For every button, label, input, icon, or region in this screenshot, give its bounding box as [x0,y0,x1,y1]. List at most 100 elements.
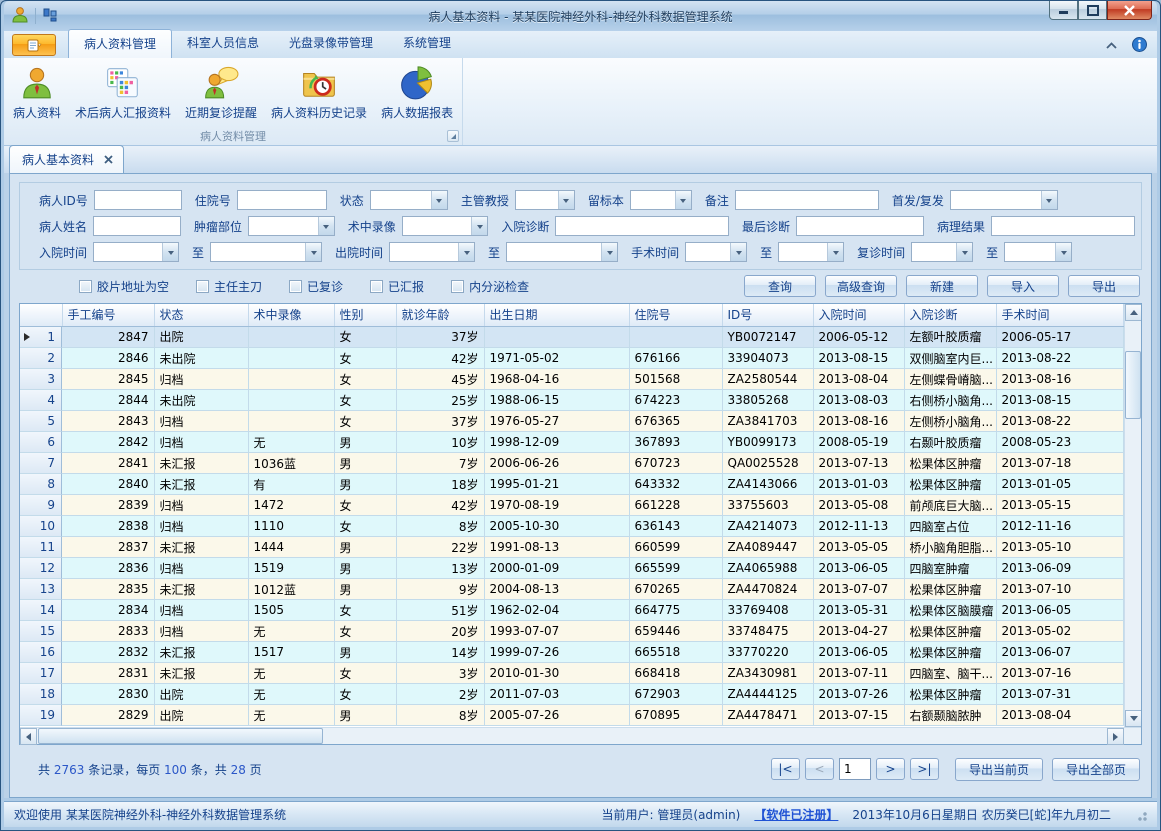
admission-diagnosis-input[interactable] [555,216,729,236]
chevron-down-icon[interactable] [730,243,746,261]
import-button[interactable]: 导入 [987,275,1059,297]
final-diagnosis-input[interactable] [796,216,924,236]
query-button[interactable]: 查询 [744,275,816,297]
ribbon-tab-system-management[interactable]: 系统管理 [388,29,466,58]
postop-report-button[interactable]: 术后病人汇报资料 [68,62,178,123]
admission-no-input[interactable] [237,190,327,210]
patient-data-button[interactable]: 病人资料 [6,62,68,123]
export-all-pages-button[interactable]: 导出全部页 [1052,758,1140,781]
vertical-scroll-thumb[interactable] [1125,351,1141,419]
chevron-down-icon[interactable] [471,217,487,235]
chevron-down-icon[interactable] [827,243,843,261]
chevron-down-icon[interactable] [956,243,972,261]
table-row[interactable]: 52843归档女37岁1976-05-27676365ZA38417032013… [20,411,1124,432]
chevron-down-icon[interactable] [162,243,178,261]
table-row[interactable]: 152833归档无女20岁1993-07-0765944633748475201… [20,621,1124,642]
chevron-down-icon[interactable] [458,243,474,261]
admit-to-combo[interactable] [210,242,322,262]
column-header[interactable]: 术中录像 [248,304,334,326]
table-row[interactable]: 132835未汇报1012蓝男9岁2004-08-13670265ZA44708… [20,579,1124,600]
checkbox-film-address-empty[interactable]: 胶片地址为空 [79,278,169,295]
remark-input[interactable] [735,190,879,210]
export-button[interactable]: 导出 [1068,275,1140,297]
surgery-to-combo[interactable] [778,242,844,262]
vertical-scrollbar[interactable] [1124,304,1141,727]
surgery-video-combo[interactable] [402,216,489,236]
table-row[interactable]: 122836归档1519男13岁2000-01-09665599ZA406598… [20,558,1124,579]
table-row[interactable]: 172831未汇报无女3岁2010-01-30668418ZA343098120… [20,663,1124,684]
chevron-down-icon[interactable] [1041,191,1057,209]
column-header[interactable]: 性别 [334,304,396,326]
scroll-down-icon[interactable] [1125,710,1141,727]
dialog-launcher-icon[interactable] [447,130,459,142]
minimize-button[interactable] [1049,1,1078,20]
chevron-down-icon[interactable] [1055,243,1071,261]
checkbox-reported[interactable]: 已汇报 [370,278,424,295]
ribbon-tab-disc-tape-management[interactable]: 光盘录像带管理 [274,29,388,58]
column-header[interactable]: 就诊年龄 [396,304,484,326]
column-header[interactable]: ID号 [722,304,813,326]
new-button[interactable]: 新建 [906,275,978,297]
first-recurrence-combo[interactable] [950,190,1058,210]
column-header[interactable]: 入院诊断 [904,304,996,326]
export-current-page-button[interactable]: 导出当前页 [955,758,1043,781]
surgery-from-combo[interactable] [685,242,747,262]
specimen-combo[interactable] [630,190,692,210]
revisit-reminder-button[interactable]: 近期复诊提醒 [178,62,264,123]
chevron-down-icon[interactable] [558,191,574,209]
table-row[interactable]: 92839归档1472女42岁1970-08-19661228337556032… [20,495,1124,516]
professor-combo[interactable] [515,190,575,210]
collapse-ribbon-icon[interactable] [1105,39,1118,53]
maximize-button[interactable] [1078,1,1107,20]
horizontal-scrollbar[interactable] [20,727,1141,744]
column-header[interactable]: 手工编号 [62,304,154,326]
table-row[interactable]: 72841未汇报1036蓝男7岁2006-06-26670723QA002552… [20,453,1124,474]
close-button[interactable] [1107,1,1152,20]
discharge-to-combo[interactable] [506,242,618,262]
table-row[interactable]: 82840未汇报有男18岁1995-01-21643332ZA414306620… [20,474,1124,495]
first-page-button[interactable]: |< [771,758,800,780]
ribbon-tab-department-staff-info[interactable]: 科室人员信息 [172,29,274,58]
document-tab[interactable]: 病人基本资料 [9,145,124,173]
resize-grip[interactable] [1135,809,1147,821]
table-row[interactable]: 22846未出院女42岁1971-05-02676166339040732013… [20,348,1124,369]
column-header[interactable]: 手术时间 [996,304,1124,326]
row-indicator-header[interactable] [20,304,62,326]
table-row[interactable]: 42844未出院女25岁1988-06-15674223338052682013… [20,390,1124,411]
column-header[interactable]: 住院号 [629,304,722,326]
scroll-up-icon[interactable] [1125,304,1141,321]
table-row[interactable]: 192829出院无男8岁2005-07-26670895ZA4478471201… [20,705,1124,726]
chevron-down-icon[interactable] [318,217,334,235]
page-number-input[interactable] [839,758,871,780]
registered-link[interactable]: 【软件已注册】 [754,806,838,823]
patient-name-input[interactable] [93,216,181,236]
next-page-button[interactable]: > [876,758,905,780]
table-row[interactable]: 62842归档无男10岁1998-12-09367893YB0099173200… [20,432,1124,453]
patient-id-input[interactable] [94,190,182,210]
checkbox-endocrine-exam[interactable]: 内分泌检查 [451,278,529,295]
history-records-button[interactable]: 病人资料历史记录 [264,62,374,123]
scroll-left-icon[interactable] [20,728,37,745]
chevron-down-icon[interactable] [431,191,447,209]
info-icon[interactable] [1132,37,1147,55]
checkbox-revisited[interactable]: 已复诊 [289,278,343,295]
tumor-site-combo[interactable] [248,216,335,236]
admit-from-combo[interactable] [93,242,179,262]
chevron-down-icon[interactable] [601,243,617,261]
table-row[interactable]: 32845归档女45岁1968-04-16501568ZA25805442013… [20,369,1124,390]
column-header[interactable]: 入院时间 [813,304,904,326]
chevron-down-icon[interactable] [675,191,691,209]
table-row[interactable]: 112837未汇报1444男22岁1991-08-13660599ZA40894… [20,537,1124,558]
table-row[interactable]: 182830出院无女2岁2011-07-03672903ZA4444125201… [20,684,1124,705]
checkbox-chief-surgeon[interactable]: 主任主刀 [196,278,262,295]
advanced-query-button[interactable]: 高级查询 [825,275,897,297]
quick-access-icon[interactable] [42,7,58,26]
revisit-from-combo[interactable] [911,242,973,262]
scroll-right-icon[interactable] [1107,728,1124,745]
table-row[interactable]: 12847出院女37岁YB00721472006-05-12左额叶胶质瘤2006… [20,326,1124,348]
last-page-button[interactable]: >| [910,758,939,780]
data-report-button[interactable]: 病人数据报表 [374,62,460,123]
chevron-down-icon[interactable] [305,243,321,261]
table-row[interactable]: 142834归档1505女51岁1962-02-0466477533769408… [20,600,1124,621]
column-header[interactable]: 状态 [154,304,248,326]
